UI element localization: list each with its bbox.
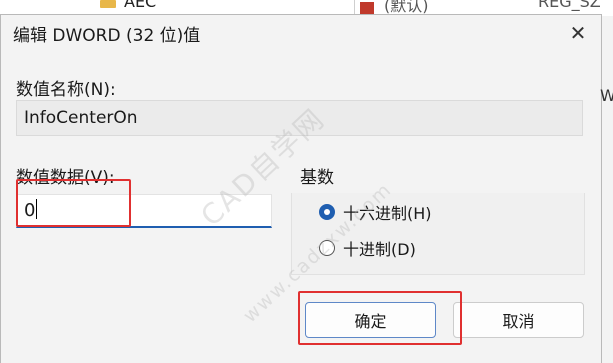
folder-icon [100,0,116,8]
edit-dword-dialog: 编辑 DWORD (32 位)值 ✕ 数值名称(N): InfoCenterOn… [0,14,602,363]
registry-string-icon [360,2,374,14]
dialog-title: 编辑 DWORD (32 位)值 [13,26,201,46]
tree-item-aec[interactable]: AEC [124,0,156,11]
cancel-button[interactable]: 取消 [453,302,584,338]
close-icon: ✕ [569,21,587,45]
radio-hexadecimal-label: 十六进制(H) [343,204,432,223]
radio-hexadecimal[interactable]: 十六进制(H) [319,200,432,224]
radio-unselected-icon [319,240,335,256]
close-button[interactable]: ✕ [563,21,593,45]
radio-selected-icon [319,204,335,220]
radio-decimal-label: 十进制(D) [343,240,416,259]
base-group-label: 基数 [300,168,334,188]
list-item-type: REG_SZ [538,0,601,11]
highlight-box-ok [298,291,462,345]
value-name-field: InfoCenterOn [16,100,583,136]
value-name-label: 数值名称(N): [16,80,116,100]
radio-decimal[interactable]: 十进制(D) [319,236,416,260]
list-item-edge: W [600,86,613,105]
highlight-box-value [16,179,131,227]
